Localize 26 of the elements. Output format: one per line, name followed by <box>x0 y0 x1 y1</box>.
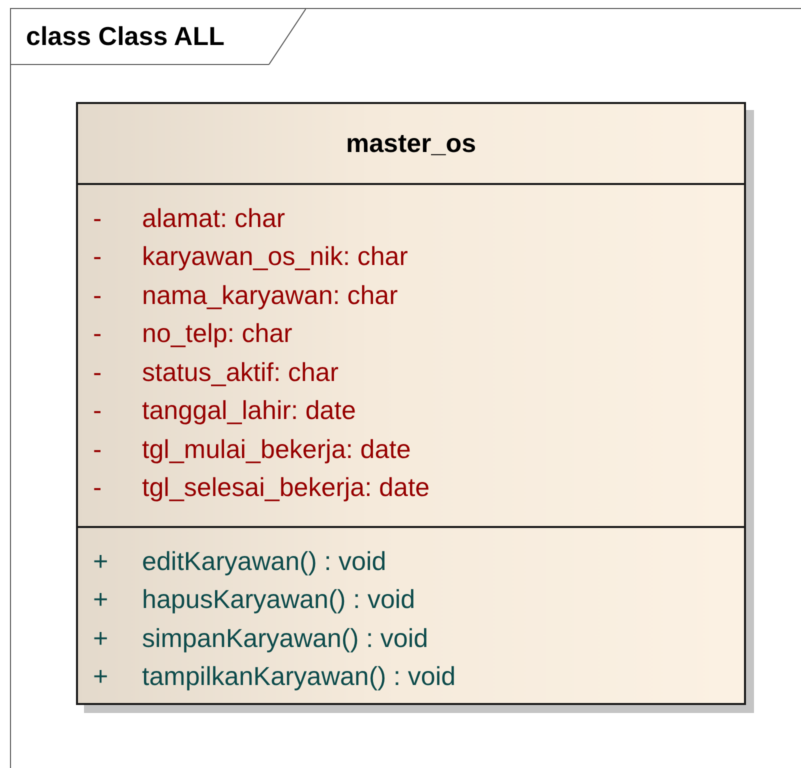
visibility-marker: + <box>92 622 110 654</box>
visibility-marker: - <box>92 356 103 388</box>
visibility-marker: - <box>92 280 103 311</box>
operation-text: simpanKaryawan() : void <box>142 622 428 654</box>
operation-text: tampilkanKaryawan() : void <box>142 661 456 692</box>
visibility-marker: - <box>92 241 103 272</box>
visibility-marker: + <box>92 546 110 577</box>
visibility-marker: - <box>92 318 103 350</box>
visibility-marker: + <box>92 584 110 616</box>
attribute-text: alamat: char <box>142 202 286 234</box>
operation-text: editKaryawan() : void <box>142 546 386 577</box>
attribute-text: no_telp: char <box>142 318 292 350</box>
operation-text: hapusKaryawan() : void <box>142 584 416 616</box>
attribute-text: status_aktif: char <box>142 356 339 388</box>
diagram-title: class Class ALL <box>11 9 306 65</box>
visibility-marker: + <box>92 661 110 692</box>
visibility-marker: - <box>92 472 103 504</box>
attribute-text: tgl_selesai_bekerja: date <box>142 472 430 504</box>
class-name: master_os <box>78 104 744 185</box>
visibility-marker: - <box>92 434 103 465</box>
visibility-marker: - <box>92 202 103 234</box>
visibility-marker: - <box>92 395 103 426</box>
attribute-text: karyawan_os_nik: char <box>142 241 408 272</box>
attribute-text: nama_karyawan: char <box>142 280 398 311</box>
attribute-text: tanggal_lahir: date <box>142 395 356 426</box>
attribute-text: tgl_mulai_bekerja: date <box>142 434 411 465</box>
